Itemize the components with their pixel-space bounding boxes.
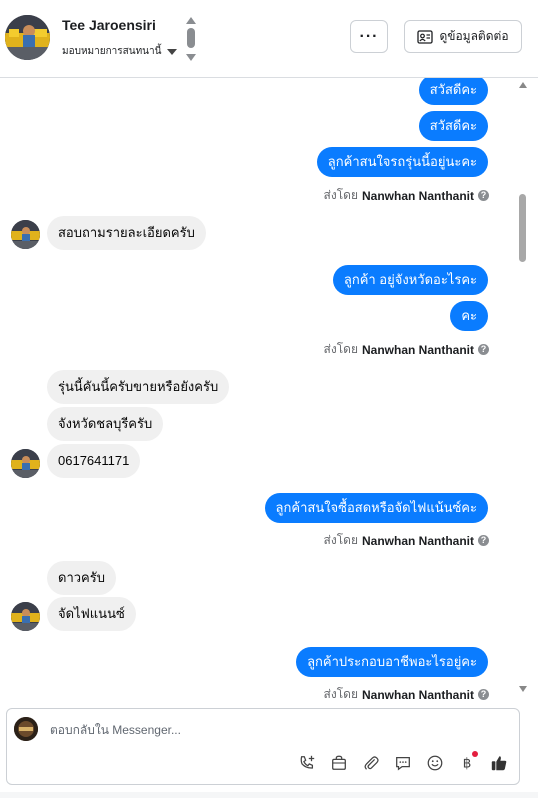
help-icon[interactable]: ?: [478, 689, 489, 700]
call-add-icon[interactable]: [295, 751, 319, 775]
contact-avatar-small[interactable]: [11, 449, 40, 478]
scroll-down-arrow-icon[interactable]: [519, 686, 527, 692]
help-icon[interactable]: ?: [478, 535, 489, 546]
contact-avatar[interactable]: [5, 15, 50, 60]
assign-label: มอบหมายการสนทนานี้: [62, 46, 162, 57]
message-thread[interactable]: สวัสดีคะ สวัสดีคะ ลูกค้าสนใจรถรุ่นนี้อยู…: [0, 78, 538, 700]
sent-by-prefix: ส่งโดย: [323, 342, 358, 356]
emoji-icon[interactable]: [423, 751, 447, 775]
sent-by-prefix: ส่งโดย: [323, 687, 358, 700]
chat-scrollbar[interactable]: [518, 78, 528, 700]
message-outgoing[interactable]: ลูกค้าสนใจซื้อสดหรือจัดไฟแน้นซ์คะ: [264, 493, 488, 523]
contact-name[interactable]: Tee Jaroensiri: [62, 17, 156, 33]
contact-avatar-small[interactable]: [11, 220, 40, 249]
composer-toolbar: ฿: [295, 751, 511, 775]
sent-by-agent[interactable]: Nanwhan Nanthanit: [362, 343, 474, 357]
contact-card-icon: [417, 29, 434, 44]
message-composer: ฿: [6, 708, 520, 785]
sent-by-label: ส่งโดย Nanwhan Nanthanit ?: [324, 340, 489, 359]
message-outgoing[interactable]: ลูกค้าประกอบอาชีพอะไรอยู่คะ: [296, 647, 488, 677]
message-incoming[interactable]: รุ่นนี้คันนี้ครับขายหรือยังครับ: [47, 370, 230, 404]
view-contact-info-button[interactable]: ดูข้อมูลติดต่อ: [404, 20, 522, 53]
more-options-button[interactable]: ···: [350, 20, 388, 53]
sent-by-prefix: ส่งโดย: [323, 188, 358, 202]
attachment-icon[interactable]: [359, 751, 383, 775]
message-incoming[interactable]: สอบถามรายละเอียดครับ: [47, 216, 206, 250]
message-incoming[interactable]: จังหวัดชลบุรีครับ: [47, 407, 164, 441]
footer-strip: [0, 792, 538, 798]
conversation-header: Tee Jaroensiri มอบหมายการสนทนานี้ ··· ดู…: [0, 0, 538, 78]
shop-bag-icon[interactable]: [327, 751, 351, 775]
notification-dot: [472, 751, 478, 757]
assign-conversation-dropdown[interactable]: มอบหมายการสนทนานี้: [62, 44, 178, 59]
message-outgoing[interactable]: คะ: [450, 301, 488, 331]
sent-by-prefix: ส่งโดย: [323, 533, 358, 547]
sent-by-agent[interactable]: Nanwhan Nanthanit: [362, 189, 474, 203]
message-outgoing[interactable]: สวัสดีคะ: [418, 78, 488, 105]
reply-input[interactable]: [50, 720, 450, 740]
message-incoming[interactable]: จัดไฟแนนซ์: [47, 597, 136, 631]
sent-by-agent[interactable]: Nanwhan Nanthanit: [362, 534, 474, 548]
help-icon[interactable]: ?: [478, 344, 489, 355]
baht-payment-icon[interactable]: ฿: [455, 751, 479, 775]
message-outgoing[interactable]: ลูกค้าสนใจรถรุ่นนี้อยู่นะคะ: [316, 147, 488, 177]
message-incoming[interactable]: ดาวครับ: [47, 561, 116, 595]
thumbs-up-icon[interactable]: [487, 751, 511, 775]
sent-by-label: ส่งโดย Nanwhan Nanthanit ?: [324, 186, 489, 205]
sent-by-agent[interactable]: Nanwhan Nanthanit: [362, 688, 474, 701]
help-icon[interactable]: ?: [478, 190, 489, 201]
saved-reply-icon[interactable]: [391, 751, 415, 775]
svg-text:฿: ฿: [463, 756, 472, 772]
message-outgoing[interactable]: ลูกค้า อยู่จังหวัดอะไรคะ: [332, 265, 488, 295]
view-contact-info-label: ดูข้อมูลติดต่อ: [439, 29, 509, 43]
scroll-up-arrow-icon[interactable]: [519, 82, 527, 88]
message-incoming[interactable]: 0617641171: [47, 444, 141, 478]
sent-by-label: ส่งโดย Nanwhan Nanthanit ?: [324, 685, 489, 700]
contact-avatar-small[interactable]: [11, 602, 40, 631]
page-avatar: [14, 717, 38, 741]
sent-by-label: ส่งโดย Nanwhan Nanthanit ?: [324, 531, 489, 550]
scrollbar-thumb[interactable]: [519, 194, 526, 262]
caret-down-icon: [167, 48, 178, 55]
message-outgoing[interactable]: สวัสดีคะ: [418, 111, 488, 141]
header-scroll-control[interactable]: [184, 16, 198, 62]
